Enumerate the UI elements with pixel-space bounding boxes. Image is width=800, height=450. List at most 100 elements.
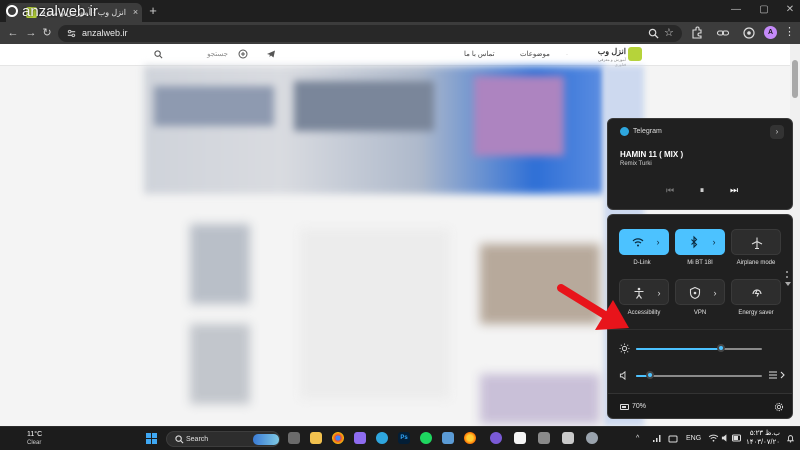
forward-arrow-icon[interactable]: →	[24, 26, 38, 40]
brightness-slider-thumb[interactable]	[717, 344, 725, 352]
nav-topics-link[interactable]: موضوعات	[520, 50, 550, 60]
reload-icon[interactable]: ↻	[40, 26, 54, 40]
accessibility-arrow-button[interactable]: ›	[654, 286, 664, 300]
link-icon[interactable]	[716, 26, 730, 40]
tray-overflow-chevron-icon[interactable]: ^	[636, 433, 639, 445]
sticky-notes-icon[interactable]	[514, 432, 526, 444]
photoshop-icon[interactable]: Ps	[398, 432, 410, 444]
taskbar-search[interactable]: Search	[166, 431, 280, 447]
maximize-button[interactable]: ▢	[756, 4, 772, 16]
energy-saver-icon	[752, 289, 762, 297]
brightness-icon	[619, 343, 630, 354]
bookmark-star-icon[interactable]: ☆	[664, 27, 674, 39]
tab-strip: انزل وب - آموزش و معرفی فناوری × + — ▢ ✕	[0, 0, 800, 22]
site-logo-mark-icon	[628, 47, 642, 61]
url-text[interactable]: anzalweb.ir	[82, 27, 128, 40]
article-text-blurred	[300, 229, 450, 399]
zoom-icon[interactable]	[648, 28, 659, 39]
onedrive-icon[interactable]	[668, 434, 678, 443]
site-header: انزل وب آموزش و معرفی فناوری · موضوعات ت…	[0, 44, 790, 67]
address-bar[interactable]: anzalweb.ir ☆	[58, 25, 682, 42]
signal-icon[interactable]	[652, 434, 662, 443]
battery-icon[interactable]	[620, 404, 629, 410]
speaker-tray-icon[interactable]	[721, 433, 730, 443]
vpn-shield-icon	[689, 286, 701, 300]
site-info-icon[interactable]	[66, 28, 77, 39]
nav-contact-link[interactable]: تماس با ما	[464, 50, 495, 60]
page-dots-indicator[interactable]	[786, 271, 790, 281]
watermark-text: anzalweb.ir	[22, 3, 98, 20]
brightness-slider[interactable]	[636, 344, 762, 352]
battery-percentage[interactable]: 70%	[632, 402, 646, 412]
energy-saver-label: Energy saver	[738, 310, 774, 316]
video-player-icon[interactable]	[490, 432, 502, 444]
wifi-icon	[632, 238, 644, 247]
extension-puzzle-icon[interactable]	[742, 26, 756, 40]
search-icon[interactable]	[154, 50, 163, 59]
moon-weather-icon[interactable]	[10, 431, 24, 445]
next-track-button[interactable]: ⏭	[726, 183, 742, 197]
pause-button[interactable]: ⏸	[694, 183, 710, 197]
start-button[interactable]	[146, 433, 158, 445]
clock-time[interactable]: ۵:۲۳ ب.ظ	[740, 429, 780, 438]
site-logo[interactable]: انزل وب آموزش و معرفی فناوری	[592, 47, 648, 67]
new-tab-button[interactable]: +	[146, 4, 160, 18]
next-page-icon[interactable]	[784, 281, 792, 287]
language-indicator[interactable]: ENG	[686, 433, 701, 445]
volume-slider[interactable]	[636, 371, 762, 379]
site-logo-name: انزل وب	[597, 47, 626, 56]
volume-icon[interactable]	[619, 370, 630, 381]
vpn-tile[interactable]: ›	[675, 279, 725, 305]
airplane-icon	[751, 237, 763, 250]
quick-settings-footer: 70%	[608, 393, 792, 418]
app-icon[interactable]	[538, 432, 550, 444]
site-search[interactable]: جستجو	[150, 48, 234, 62]
search-highlight-image	[253, 434, 279, 445]
clock-date[interactable]: ۱۴۰۳/۰۷/۲۰	[740, 438, 780, 447]
minimize-button[interactable]: —	[728, 4, 744, 16]
audio-output-select-icon[interactable]	[768, 369, 786, 381]
article-image-blurred	[480, 374, 600, 424]
hero-banner-blurred	[144, 66, 604, 194]
nav-separator: ·	[566, 52, 568, 58]
airplane-mode-label: Airplane mode	[736, 260, 776, 266]
volume-slider-thumb[interactable]	[646, 371, 654, 379]
media-player-icon[interactable]	[354, 432, 366, 444]
chrome-icon[interactable]	[332, 432, 344, 444]
page-scrollbar-thumb[interactable]	[792, 60, 798, 98]
notification-bell-icon[interactable]	[786, 434, 795, 443]
previous-track-button[interactable]: ⏮	[662, 183, 678, 197]
bluetooth-icon	[691, 235, 698, 249]
app-icon[interactable]	[562, 432, 574, 444]
media-flyout: Telegram › HAMIN 11 ( MIX ) Remix Turki …	[607, 118, 793, 210]
browser-menu-icon[interactable]: ⋮	[784, 25, 795, 40]
settings-app-icon[interactable]	[442, 432, 454, 444]
weather-temperature[interactable]: 11°C	[27, 430, 42, 439]
bluetooth-tile[interactable]: ›	[675, 229, 725, 255]
firefox-icon[interactable]	[464, 432, 476, 444]
gear-app-icon[interactable]	[586, 432, 598, 444]
airplane-mode-tile[interactable]	[731, 229, 781, 255]
tab-close-button[interactable]: ×	[130, 6, 141, 18]
extensions-icon[interactable]	[690, 26, 704, 40]
wifi-tile[interactable]: ›	[619, 229, 669, 255]
task-view-icon[interactable]	[288, 432, 300, 444]
telegram-icon[interactable]	[266, 49, 276, 59]
media-expand-button[interactable]: ›	[770, 125, 784, 139]
media-artist: Remix Turki	[620, 161, 652, 167]
back-arrow-icon[interactable]: ←	[6, 26, 20, 40]
profile-avatar[interactable]: A	[764, 26, 777, 39]
add-post-icon[interactable]	[238, 49, 248, 59]
weather-condition[interactable]: Clear	[27, 439, 41, 447]
vpn-arrow-button[interactable]: ›	[710, 286, 720, 300]
gear-icon[interactable]	[774, 402, 784, 412]
telegram-taskbar-icon[interactable]	[376, 432, 388, 444]
bluetooth-arrow-button[interactable]: ›	[709, 235, 719, 249]
wifi-tray-icon[interactable]	[708, 433, 719, 443]
wifi-arrow-button[interactable]: ›	[653, 235, 663, 249]
close-window-button[interactable]: ✕	[782, 4, 798, 16]
energy-saver-tile[interactable]	[731, 279, 781, 305]
media-app-name: Telegram	[633, 128, 662, 135]
file-explorer-icon[interactable]	[310, 432, 322, 444]
spotify-icon[interactable]	[420, 432, 432, 444]
